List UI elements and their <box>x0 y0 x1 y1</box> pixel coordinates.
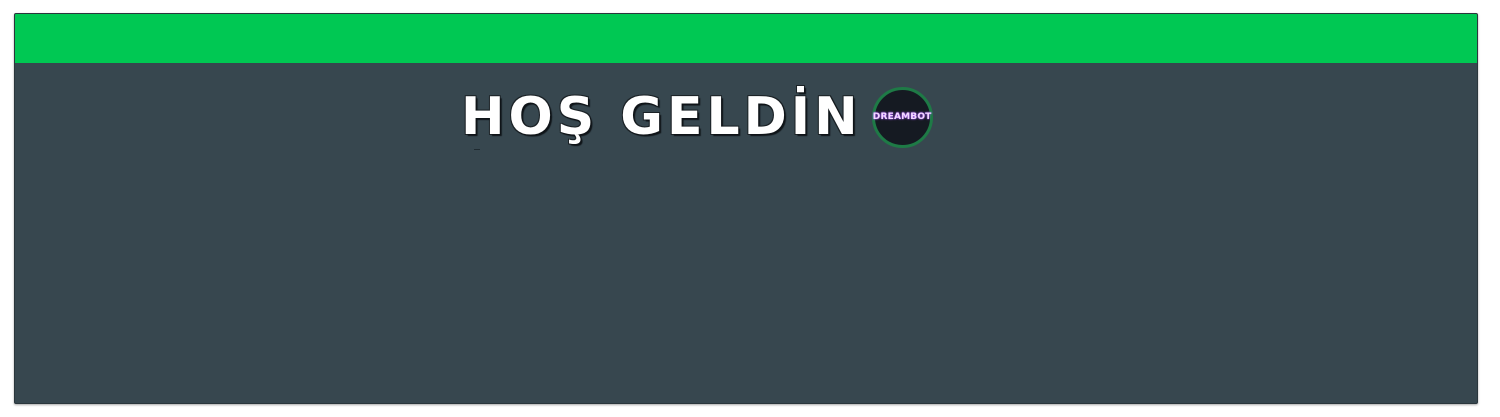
accent-top-bar <box>15 14 1477 63</box>
welcome-card: HOŞ GELDİN DREAMBOT <box>14 13 1478 404</box>
welcome-row: HOŞ GELDİN DREAMBOT <box>461 82 933 152</box>
welcome-title: HOŞ GELDİN <box>461 87 862 147</box>
bot-avatar-label: DREAMBOT <box>872 112 932 122</box>
bot-avatar: DREAMBOT <box>871 86 933 148</box>
decorative-mark <box>474 149 480 150</box>
